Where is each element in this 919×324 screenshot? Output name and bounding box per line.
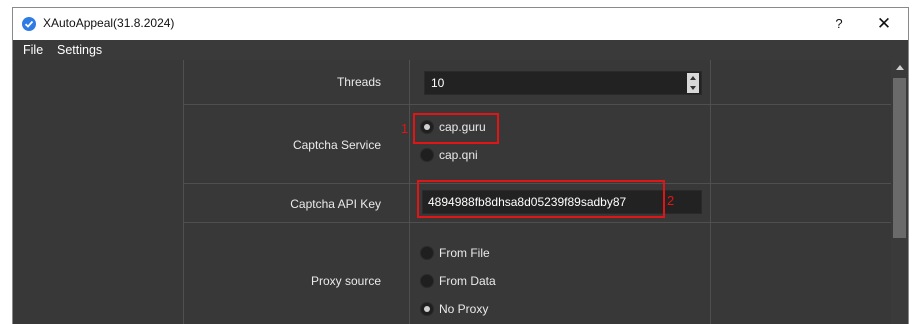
spin-buttons[interactable] — [687, 73, 699, 93]
proxy-source-row: Proxy source From File From Data No Prox… — [184, 223, 891, 324]
vertical-scrollbar[interactable] — [891, 60, 908, 324]
window-title: XAutoAppeal(31.8.2024) — [43, 16, 175, 30]
scroll-up-icon[interactable] — [896, 65, 904, 70]
app-window: XAutoAppeal(31.8.2024) ? ✕ File Settings… — [12, 7, 909, 324]
menu-settings[interactable]: Settings — [57, 43, 102, 57]
annotation-box-1 — [413, 113, 499, 144]
captcha-service-label: Captcha Service — [292, 138, 381, 152]
captcha-service-row: Captcha Service cap.guru cap.qni — [184, 105, 891, 184]
left-pane — [13, 60, 184, 324]
menu-bar: File Settings — [13, 40, 908, 60]
radio-cap-qni[interactable] — [420, 148, 434, 162]
spin-up-icon[interactable] — [690, 76, 696, 80]
annotation-box-2 — [417, 180, 665, 218]
radio-from-data[interactable] — [420, 274, 434, 288]
close-button[interactable]: ✕ — [871, 14, 897, 34]
radio-from-data-label[interactable]: From Data — [439, 274, 496, 288]
checkmark-badge-icon — [22, 17, 36, 31]
captcha-api-key-label: Captcha API Key — [290, 197, 381, 211]
menu-file[interactable]: File — [23, 43, 43, 57]
scroll-thumb[interactable] — [893, 78, 906, 238]
annotation-number-2: 2 — [667, 193, 675, 208]
help-button[interactable]: ? — [828, 14, 850, 34]
threads-value: 10 — [431, 76, 445, 90]
proxy-source-label: Proxy source — [310, 274, 381, 288]
radio-cap-qni-label[interactable]: cap.qni — [439, 148, 478, 162]
radio-no-proxy-label[interactable]: No Proxy — [439, 302, 488, 316]
threads-row: Threads 10 — [184, 60, 891, 105]
radio-from-file-label[interactable]: From File — [439, 246, 490, 260]
radio-from-file[interactable] — [420, 246, 434, 260]
threads-label: Threads — [336, 75, 381, 89]
threads-spinbox[interactable]: 10 — [424, 71, 702, 95]
annotation-number-1: 1 — [401, 121, 409, 136]
spin-down-icon[interactable] — [690, 86, 696, 90]
radio-no-proxy[interactable] — [420, 302, 434, 316]
title-bar: XAutoAppeal(31.8.2024) ? ✕ — [13, 8, 908, 40]
